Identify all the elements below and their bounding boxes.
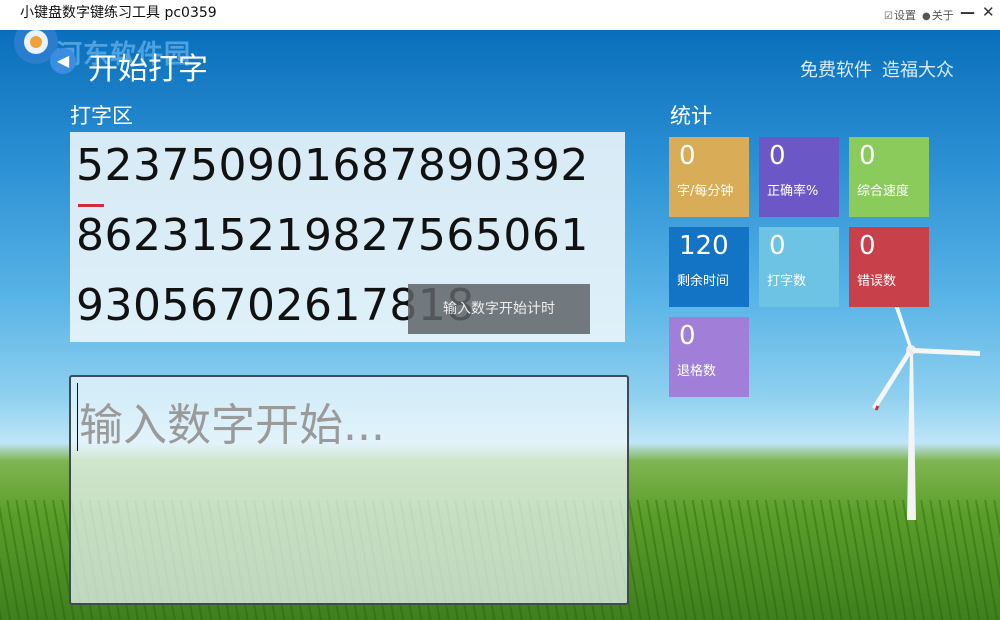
stat-tile-backspace-count: 0 退格数 — [669, 317, 749, 397]
stat-value: 0 — [769, 231, 786, 261]
settings-button[interactable]: ☑设置 — [884, 7, 916, 23]
wind-turbine-image — [872, 280, 980, 520]
minimize-button[interactable]: — — [960, 3, 975, 21]
settings-icon: ☑ — [884, 11, 893, 22]
stat-tile-time-remaining: 120 剩余时间 — [669, 227, 749, 307]
stat-value: 0 — [769, 141, 786, 171]
page-title: 开始打字 — [88, 52, 208, 87]
input-placeholder: 输入数字开始... — [79, 400, 385, 451]
settings-label: 设置 — [893, 9, 916, 22]
stat-tile-accuracy: 0 正确率% — [759, 137, 839, 217]
stat-value: 120 — [679, 231, 729, 261]
stat-value: 0 — [859, 141, 876, 171]
slogan-free-software: 免费软件 — [800, 60, 872, 81]
back-button[interactable]: ◀ — [50, 48, 76, 74]
stat-label: 打字数 — [767, 274, 807, 289]
stat-label: 综合速度 — [857, 184, 910, 199]
stat-tile-error-count: 0 错误数 — [849, 227, 929, 307]
about-button[interactable]: ●关于 — [922, 7, 954, 23]
main-area: 河东软件园 ◀ 开始打字 免费软件 造福大众 打字区 5237509016878… — [0, 30, 1000, 620]
slogan-benefit-public: 造福大众 — [882, 60, 954, 81]
stat-tile-overall-speed: 0 综合速度 — [849, 137, 929, 217]
stat-value: 0 — [679, 321, 696, 351]
stat-value: 0 — [679, 141, 696, 171]
stat-label: 字/每分钟 — [677, 184, 734, 199]
stat-value: 0 — [859, 231, 876, 261]
current-position-marker — [78, 204, 104, 207]
stats-label: 统计 — [670, 104, 712, 128]
typing-area-label: 打字区 — [70, 104, 133, 128]
stat-label: 剩余时间 — [677, 274, 730, 289]
stat-label: 错误数 — [857, 274, 897, 289]
target-line-1: 5237509016878903​92 — [76, 140, 589, 191]
stat-label: 正确率% — [767, 184, 819, 199]
stat-label: 退格数 — [677, 364, 717, 379]
target-text-panel: 5237509016878903​92 862315219827565061 9… — [70, 132, 625, 342]
target-line-2: 862315219827565061 — [76, 210, 589, 261]
arrow-left-icon: ◀ — [56, 51, 70, 70]
text-caret — [77, 383, 78, 451]
title-bar: 小键盘数字键练习工具 pc0359 ☑设置 ●关于 — ✕ — [0, 0, 1000, 30]
stat-tile-words-per-minute: 0 字/每分钟 — [669, 137, 749, 217]
start-timer-tooltip: 输入数字开始计时 — [408, 284, 590, 334]
info-icon: ● — [922, 11, 931, 22]
window-title: 小键盘数字键练习工具 pc0359 — [20, 5, 217, 21]
close-button[interactable]: ✕ — [982, 3, 995, 21]
about-label: 关于 — [931, 9, 954, 22]
stat-tile-typed-count: 0 打字数 — [759, 227, 839, 307]
typing-input[interactable]: 输入数字开始... — [69, 375, 629, 605]
